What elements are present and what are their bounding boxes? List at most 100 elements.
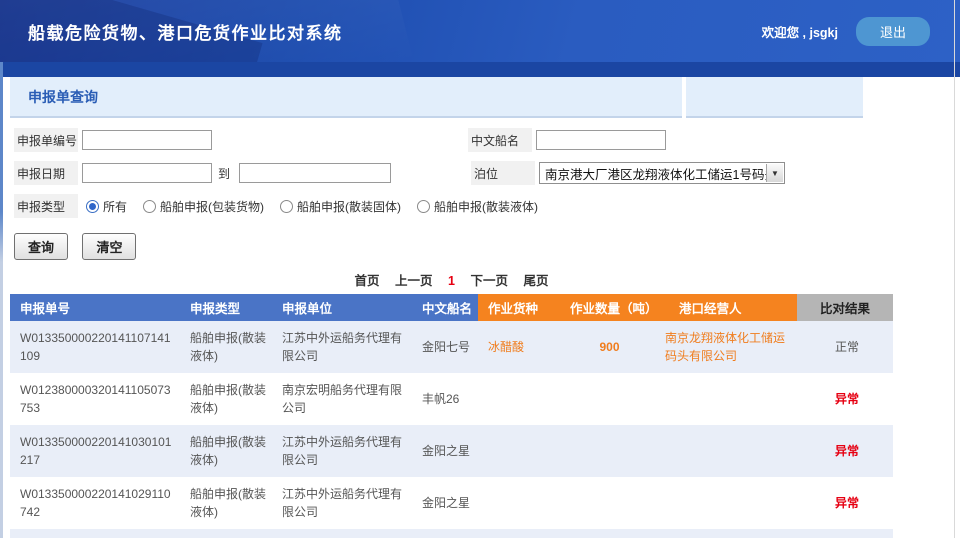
table-row: W013350000220141107141109 船舶申报(散装液体) 江苏中… [10, 321, 893, 373]
tab-declaration-query[interactable]: 申报单查询 [10, 77, 682, 118]
ship-name-label: 中文船名 [468, 128, 532, 152]
pagination-prev[interactable]: 上一页 [395, 274, 433, 288]
cell-port-operator [655, 425, 797, 477]
status-badge: 异常 [835, 392, 859, 406]
cell-cargo-type [478, 373, 560, 425]
clear-button[interactable]: 清空 [82, 233, 136, 260]
cell-declaration-unit: 江西东港航运有限公司 [272, 529, 412, 538]
table-row: W015140000220141028122151 船舶申报(散装液体) 江西东… [10, 529, 893, 538]
pagination-next[interactable]: 下一页 [470, 274, 508, 288]
cell-quantity [560, 373, 655, 425]
cell-compare-result: 异常 [797, 373, 893, 425]
declaration-type-label: 申报类型 [14, 194, 78, 218]
table-row: W013350000220141029110742 船舶申报(散装液体) 江苏中… [10, 477, 893, 529]
cell-quantity: 900 [560, 321, 655, 373]
col-declaration-type: 申报类型 [180, 294, 272, 321]
radio-option-bulk-liquid[interactable]: 船舶申报(散装液体) [417, 198, 538, 215]
radio-icon[interactable] [143, 200, 156, 213]
radio-icon[interactable] [86, 200, 99, 213]
pagination-last[interactable]: 尾页 [523, 274, 548, 288]
cell-quantity: 600 [560, 529, 655, 538]
radio-option-label: 所有 [103, 198, 127, 215]
date-from-input[interactable] [82, 163, 212, 183]
cell-quantity [560, 477, 655, 529]
cell-port-operator: 南京龙翔液体化工储运码头有限公司 [655, 321, 797, 373]
tab-strip: 申报单查询 [0, 77, 960, 118]
cell-compare-result: 正常 [797, 529, 893, 538]
col-declaration-no: 申报单号 [10, 294, 180, 321]
query-form: 申报单编号 中文船名 申报日期 到 泊位 南京港大厂港区龙翔液体化工储运1号码头… [0, 118, 960, 260]
cell-declaration-no: W012380000320141105073753 [10, 373, 180, 425]
declaration-no-label: 申报单编号 [14, 128, 78, 152]
results-table: 申报单号 申报类型 申报单位 中文船名 作业货种 作业数量（吨） 港口经营人 比… [10, 294, 893, 538]
cell-declaration-unit: 江苏中外运船务代理有限公司 [272, 321, 412, 373]
cell-declaration-type: 船舶申报(散装液体) [180, 425, 272, 477]
cell-declaration-type: 船舶申报(散装液体) [180, 373, 272, 425]
radio-icon[interactable] [417, 200, 430, 213]
ship-name-input[interactable] [536, 130, 666, 150]
date-joiner-label: 到 [218, 165, 230, 182]
cell-quantity [560, 425, 655, 477]
chevron-down-icon[interactable]: ▼ [766, 164, 783, 182]
col-compare-result: 比对结果 [797, 294, 893, 321]
cell-port-operator: 南京龙翔液体化工储运码头有限公司 [655, 529, 797, 538]
declaration-date-label: 申报日期 [14, 161, 78, 185]
cell-compare-result: 正常 [797, 321, 893, 373]
cell-declaration-no: W015140000220141028122151 [10, 529, 180, 538]
query-button[interactable]: 查询 [14, 233, 68, 260]
form-row-1: 申报单编号 中文船名 [14, 128, 960, 152]
col-port-operator: 港口经营人 [655, 294, 797, 321]
radio-option-all[interactable]: 所有 [86, 198, 127, 215]
form-row-3: 申报类型 所有 船舶申报(包装货物) 船舶申报(散装固体) 船舶申报(散装液体) [14, 194, 960, 218]
cell-ship-name: 丰帆26 [412, 373, 478, 425]
status-badge: 正常 [835, 340, 859, 354]
page-left-border [0, 62, 3, 538]
radio-icon[interactable] [280, 200, 293, 213]
cell-cargo-type [478, 477, 560, 529]
declaration-no-input[interactable] [82, 130, 212, 150]
cell-declaration-unit: 江苏中外运船务代理有限公司 [272, 425, 412, 477]
cell-ship-name: 金阳七号 [412, 321, 478, 373]
date-to-input[interactable] [239, 163, 391, 183]
form-actions: 查询 清空 [14, 233, 960, 260]
cell-cargo-type: 甲醇 [478, 529, 560, 538]
radio-option-packaged[interactable]: 船舶申报(包装货物) [143, 198, 264, 215]
tab-label: 申报单查询 [28, 87, 98, 107]
pagination: 首页 上一页 1 下一页 尾页 [10, 270, 893, 289]
cell-declaration-no: W013350000220141030101217 [10, 425, 180, 477]
cell-port-operator [655, 373, 797, 425]
cell-ship-name: 金阳之星 [412, 425, 478, 477]
berth-select[interactable]: 南京港大厂港区龙翔液体化工储运1号码头 ▼ [539, 162, 785, 184]
tab-strip-spacer [686, 77, 863, 118]
cell-declaration-unit: 江苏中外运船务代理有限公司 [272, 477, 412, 529]
cell-port-operator [655, 477, 797, 529]
col-ship-name: 中文船名 [412, 294, 478, 321]
table-header-row: 申报单号 申报类型 申报单位 中文船名 作业货种 作业数量（吨） 港口经营人 比… [10, 294, 893, 321]
table-row: W012380000320141105073753 船舶申报(散装液体) 南京宏… [10, 373, 893, 425]
cell-declaration-no: W013350000220141029110742 [10, 477, 180, 529]
welcome-text: 欢迎您 , jsgkj [762, 22, 838, 41]
col-quantity: 作业数量（吨） [560, 294, 655, 321]
pagination-current-page: 1 [448, 274, 455, 288]
cell-compare-result: 异常 [797, 477, 893, 529]
radio-option-label: 船舶申报(包装货物) [160, 198, 264, 215]
cell-declaration-type: 船舶申报(散装液体) [180, 321, 272, 373]
cell-cargo-type: 冰醋酸 [478, 321, 560, 373]
col-cargo-type: 作业货种 [478, 294, 560, 321]
pagination-first[interactable]: 首页 [355, 274, 380, 288]
status-badge: 异常 [835, 496, 859, 510]
col-declaration-unit: 申报单位 [272, 294, 412, 321]
user-area: 欢迎您 , jsgkj 退出 [762, 17, 960, 46]
berth-selected-value: 南京港大厂港区龙翔液体化工储运1号码头 [545, 164, 777, 183]
app-title: 船载危险货物、港口危货作业比对系统 [0, 19, 343, 44]
radio-option-bulk-solid[interactable]: 船舶申报(散装固体) [280, 198, 401, 215]
radio-option-label: 船舶申报(散装液体) [434, 198, 538, 215]
app-header: 船载危险货物、港口危货作业比对系统 欢迎您 , jsgkj 退出 [0, 0, 960, 62]
berth-label: 泊位 [471, 161, 535, 185]
logout-button[interactable]: 退出 [856, 17, 930, 46]
form-row-2: 申报日期 到 泊位 南京港大厂港区龙翔液体化工储运1号码头 ▼ [14, 161, 960, 185]
cell-declaration-no: W013350000220141107141109 [10, 321, 180, 373]
header-subbar [0, 62, 960, 77]
cell-ship-name: 赣东港化166 [412, 529, 478, 538]
cell-declaration-type: 船舶申报(散装液体) [180, 477, 272, 529]
